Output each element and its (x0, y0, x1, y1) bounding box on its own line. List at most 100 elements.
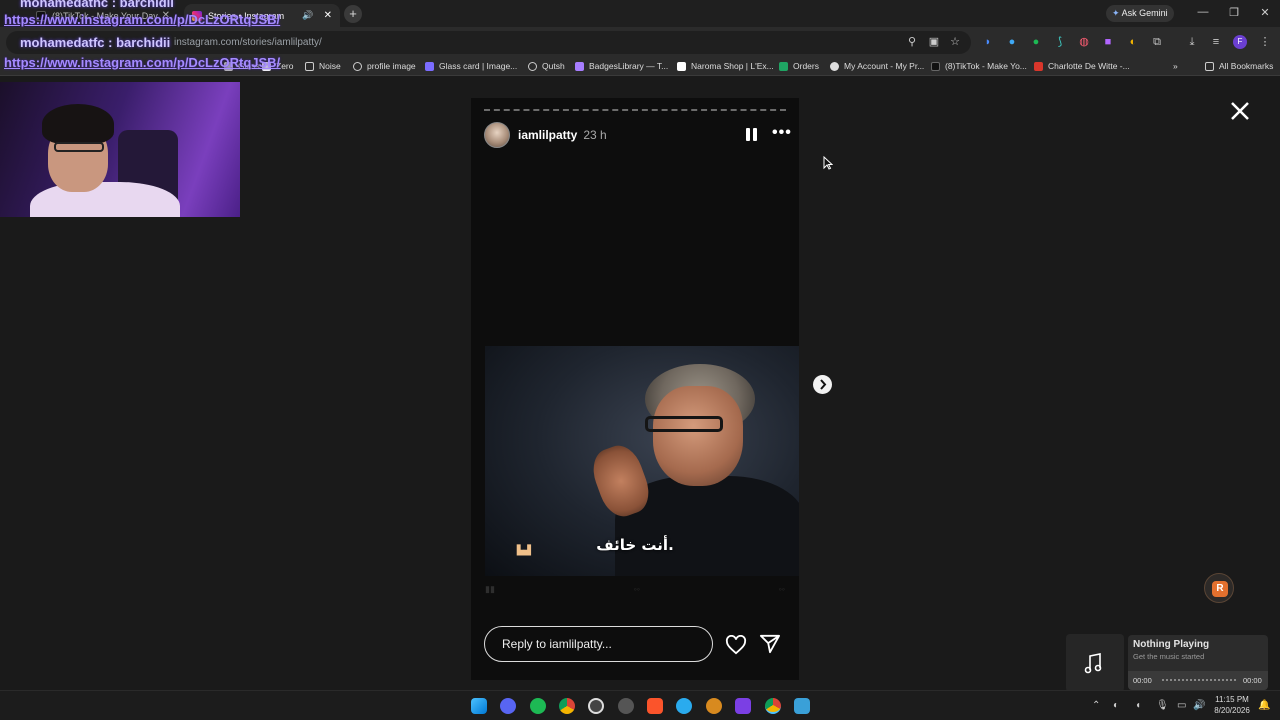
extension-icon-3[interactable]: ● (1029, 35, 1043, 49)
actor-face (653, 386, 743, 486)
new-tab-button[interactable]: + (344, 5, 362, 23)
send-icon[interactable] (759, 634, 781, 654)
zoom-icon[interactable]: ⚲ (905, 35, 919, 49)
bookmark-item[interactable]: My Account - My Pr... (830, 61, 924, 71)
person-body (30, 182, 180, 217)
more-icon[interactable]: ••• (772, 124, 792, 142)
bookmark-item[interactable]: Charlotte De Witte -... (1034, 61, 1130, 71)
overlay-url-1: https://www.instagram.com/p/DcLzORtqJSB/ (4, 12, 281, 27)
extension-icon-6[interactable]: ■ (1101, 35, 1115, 49)
bookmarks-overflow-icon[interactable]: » (1173, 61, 1178, 71)
windows-start-icon[interactable] (471, 698, 487, 714)
floating-extension-button[interactable]: R (1204, 573, 1234, 603)
tray-app-icon[interactable]: ◐ (1113, 700, 1119, 711)
clock-date[interactable]: 8/20/2026 (1210, 706, 1254, 715)
download-icon[interactable]: ⤓ (1185, 35, 1199, 49)
restore-button[interactable]: ❐ (1224, 6, 1244, 19)
bookmark-item[interactable]: Glass card | Image... (425, 61, 517, 71)
brave-icon[interactable] (647, 698, 663, 714)
extension-icon-1[interactable]: ◗ (981, 35, 995, 49)
close-icon (1231, 102, 1249, 120)
bookmark-label: profile image (367, 61, 416, 71)
bookmark-item[interactable]: profile image (353, 61, 416, 71)
bookmark-label: Charlotte De Witte -... (1048, 61, 1130, 71)
story-viewer[interactable]: iamlilpatty 23 h ••• ▙▟ أنت خائف. ▮▮ ◦◦ ◦◦… (471, 98, 799, 680)
avatar[interactable] (484, 122, 510, 148)
bookmark-icon (1034, 61, 1043, 71)
bookmark-item[interactable]: BadgesLibrary — T... (575, 61, 668, 71)
bookmark-label: BadgesLibrary — T... (589, 61, 669, 71)
story-timestamp: 23 h (583, 128, 607, 142)
app-icon[interactable] (706, 698, 722, 714)
tray-app-icon[interactable]: ◖ (1135, 700, 1141, 711)
extension-logo-icon: R (1212, 581, 1228, 597)
bookmark-label: Qutsh (542, 61, 565, 71)
overlay-name-1: mohamedathc : barchidii (20, 0, 174, 10)
bookmark-label: Orders (793, 61, 819, 71)
volume-icon[interactable]: 🔊 (1193, 700, 1205, 711)
chrome-icon[interactable] (559, 698, 575, 714)
music-seek-track[interactable] (1162, 679, 1236, 681)
chrome-active-icon[interactable] (765, 698, 781, 714)
bookmark-label: Glass card | Image... (439, 61, 518, 71)
music-note-icon (1084, 653, 1102, 674)
bookmark-item[interactable]: (8)TikTok - Make Yo... (931, 61, 1027, 71)
telegram-icon[interactable] (676, 698, 692, 714)
pause-icon[interactable] (746, 128, 758, 141)
bookmark-icon (528, 61, 537, 71)
ask-gemini-button[interactable]: ✦ Ask Gemini (1106, 5, 1174, 22)
extension-icon-4[interactable]: ⟆ (1053, 35, 1067, 49)
chevron-up-icon[interactable]: ⌃ (1092, 700, 1100, 711)
profile-avatar[interactable]: F (1233, 35, 1247, 49)
extension-icon-2[interactable]: ● (1005, 35, 1019, 49)
music-widget-icon[interactable] (1066, 634, 1124, 692)
bookmark-label: (8)TikTok - Make Yo... (945, 61, 1027, 71)
bookmark-item[interactable]: Qutsh (528, 61, 565, 71)
reply-input[interactable]: Reply to iamlilpatty... (484, 626, 713, 662)
spotify-icon[interactable] (530, 698, 546, 714)
close-tab-icon[interactable]: ✕ (324, 10, 332, 21)
extension-icon-5[interactable]: ◍ (1077, 35, 1091, 49)
gemini-icon: ✦ (1112, 8, 1120, 18)
globe-icon (353, 61, 362, 71)
bookmark-item[interactable]: Noise (305, 61, 341, 71)
next-story-button[interactable] (813, 375, 832, 394)
bookmark-icon (575, 61, 584, 71)
heart-icon[interactable] (725, 634, 747, 655)
speaker-icon[interactable]: 🔊 (302, 10, 313, 21)
chevron-right-icon (820, 379, 827, 390)
obs-icon[interactable] (588, 698, 604, 714)
bookmark-label: Noise (319, 61, 341, 71)
bookmark-icon (425, 61, 434, 71)
tiktok-icon (931, 61, 940, 71)
close-story-button[interactable] (1229, 100, 1251, 122)
menu-icon[interactable]: ⋮ (1258, 35, 1272, 49)
microphone-icon[interactable]: 🎙 (1156, 700, 1169, 711)
taskbar: ⌃ ◐ ◖ 🎙 ▭ 🔊 11:15 PM 8/20/2026 🔔 (0, 690, 1280, 720)
actor-glasses (645, 416, 723, 432)
faint-video-controls: ▮▮ ◦◦ ◦◦ (485, 584, 785, 594)
discord-icon[interactable] (500, 698, 516, 714)
clock-time[interactable]: 11:15 PM (1210, 695, 1254, 704)
close-window-button[interactable]: ✕ (1255, 6, 1275, 19)
app-icon[interactable] (794, 698, 810, 714)
bookmark-label: Naroma Shop | L'Ex... (691, 61, 774, 71)
app-icon[interactable] (618, 698, 634, 714)
reading-list-icon[interactable]: ≡ (1209, 35, 1223, 49)
story-username[interactable]: iamlilpatty (518, 128, 577, 142)
app-icon[interactable] (735, 698, 751, 714)
cast-icon[interactable]: ▣ (927, 35, 941, 49)
all-bookmarks[interactable]: All Bookmarks (1205, 61, 1273, 71)
notification-icon[interactable]: 🔔 (1258, 700, 1270, 711)
sheets-icon (779, 61, 788, 71)
folder-icon (1205, 61, 1214, 71)
bookmark-item[interactable]: Naroma Shop | L'Ex... (677, 61, 774, 71)
puzzle-icon[interactable]: ⧉ (1150, 35, 1164, 49)
star-icon[interactable]: ☆ (948, 35, 962, 49)
bookmark-item[interactable]: Orders (779, 61, 819, 71)
network-icon[interactable]: ▭ (1177, 700, 1186, 711)
minimize-button[interactable]: — (1193, 6, 1213, 18)
extension-icon-7[interactable]: ◐ (1126, 35, 1140, 49)
music-progress[interactable]: 00:00 00:00 (1128, 671, 1268, 690)
mouse-cursor (823, 155, 834, 170)
